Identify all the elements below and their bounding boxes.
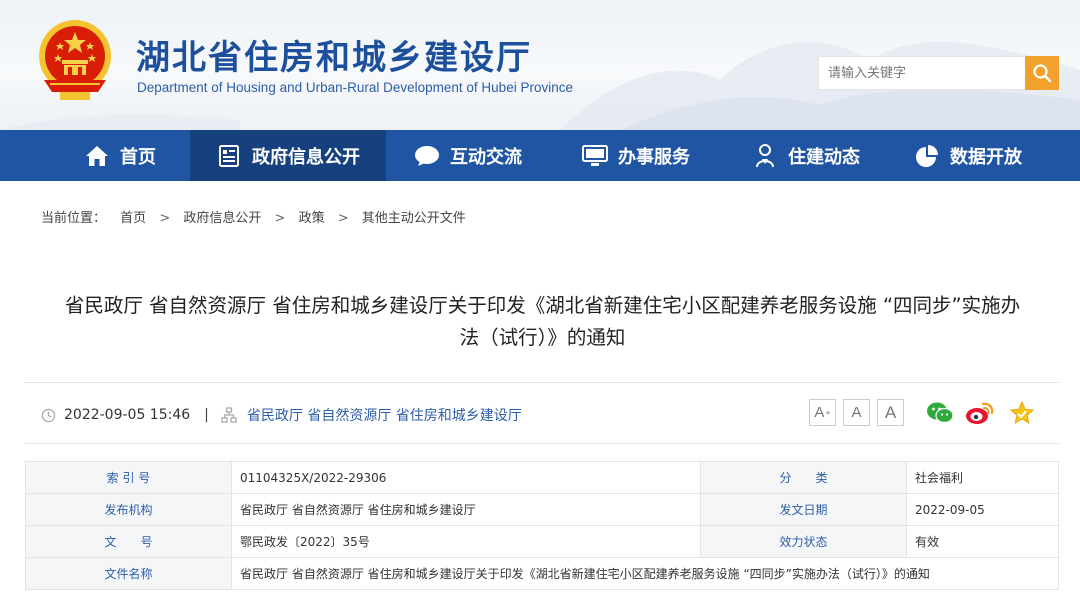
nav-label: 政府信息公开 [252,146,360,168]
nav-item-services[interactable]: 办事服务 [566,130,706,181]
main-nav: 首页 政府信息公开 互动交流 办事服务 住建动态 数据开放 [0,130,1080,181]
search-button[interactable] [1025,56,1059,90]
document-name-value: 省民政厅 省自然资源厅 省住房和城乡建设厅关于印发《湖北省新建住宅小区配建养老服… [231,557,1059,590]
national-emblem-logo [39,20,111,100]
nav-label: 办事服务 [618,146,690,168]
document-info-table: 索 引 号 01104325X/2022-29306 分 类 社会福利 发布机构… [25,461,1059,590]
nav-item-news[interactable]: 住建动态 [736,130,876,181]
breadcrumb-separator: > [274,211,286,226]
meta-divider: | [204,407,209,423]
breadcrumb-separator: > [337,211,349,226]
monitor-icon [582,143,608,169]
breadcrumb-prefix: 当前位置： [41,211,107,226]
font-increase-button[interactable]: A + [809,399,836,426]
clock-icon [41,408,56,422]
document-number-value: 鄂民政发〔2022〕35号 [231,525,701,558]
publisher-label: 发布机构 [25,493,232,526]
category-value: 社会福利 [906,461,1059,494]
search-icon [1033,64,1052,83]
nav-item-interaction[interactable]: 互动交流 [398,130,538,181]
document-meta-bar: 2022-09-05 15:46 | 省民政厅 省自然资源厅 省住房和城乡建设厅… [25,382,1059,444]
breadcrumb: 当前位置： 首页 > 政府信息公开 > 政策 > 其他主动公开文件 [41,207,466,226]
nav-label: 住建动态 [788,146,860,168]
index-number-value: 01104325X/2022-29306 [231,461,701,494]
pie-chart-icon [914,143,940,169]
org-chart-icon [221,407,237,423]
wechat-share-icon[interactable] [925,399,955,427]
font-reset-label: A [851,404,862,421]
home-icon [84,143,110,169]
site-subtitle: Department of Housing and Urban-Rural De… [137,80,573,95]
site-header: 湖北省住房和城乡建设厅 Department of Housing and Ur… [0,0,1080,130]
document-source: 省民政厅 省自然资源厅 省住房和城乡建设厅 [246,408,522,424]
breadcrumb-item-other-files[interactable]: 其他主动公开文件 [362,211,466,226]
nav-label: 首页 [120,146,156,168]
breadcrumb-item-home[interactable]: 首页 [120,211,146,226]
table-row: 发布机构 省民政厅 省自然资源厅 省住房和城乡建设厅 发文日期 2022-09-… [25,493,1059,526]
validity-status-value: 有效 [906,525,1059,558]
search-input[interactable] [819,57,1026,89]
validity-status-label: 效力状态 [700,525,907,558]
table-row: 文 号 鄂民政发〔2022〕35号 效力状态 有效 [25,525,1059,558]
document-title-line2: 法（试行）》的通知 [459,326,626,349]
site-title[interactable]: 湖北省住房和城乡建设厅 [136,30,532,79]
document-list-icon [216,143,242,169]
font-increase-label: A [814,404,825,421]
document-name-label: 文件名称 [25,557,232,590]
nav-item-home[interactable]: 首页 [50,130,190,181]
document-number-label: 文 号 [25,525,232,558]
publish-datetime: 2022-09-05 15:46 [64,407,191,423]
font-normal-button[interactable]: A [877,399,904,426]
breadcrumb-separator: > [159,211,171,226]
breadcrumb-item-gov-info[interactable]: 政府信息公开 [183,211,261,226]
font-increase-mark: + [825,407,831,418]
publisher-value: 省民政厅 省自然资源厅 省住房和城乡建设厅 [231,493,701,526]
category-label: 分 类 [700,461,907,494]
favorite-star-icon[interactable] [1007,399,1037,427]
index-number-label: 索 引 号 [25,461,232,494]
nav-label: 互动交流 [450,146,522,168]
font-reset-button[interactable]: A [843,399,870,426]
issue-date-value: 2022-09-05 [906,493,1059,526]
person-badge-icon [752,143,778,169]
search-box [818,56,1026,90]
document-title: 省民政厅 省自然资源厅 省住房和城乡建设厅关于印发《湖北省新建住宅小区配建养老服… [20,290,1065,354]
nav-item-open-data[interactable]: 数据开放 [898,130,1038,181]
font-normal-label: A [884,402,897,422]
nav-label: 数据开放 [950,146,1022,168]
table-row: 索 引 号 01104325X/2022-29306 分 类 社会福利 [25,461,1059,494]
weibo-share-icon[interactable] [965,399,995,427]
issue-date-label: 发文日期 [700,493,907,526]
breadcrumb-item-policy[interactable]: 政策 [299,211,325,226]
chat-bubble-icon [414,143,440,169]
table-row: 文件名称 省民政厅 省自然资源厅 省住房和城乡建设厅关于印发《湖北省新建住宅小区… [25,557,1059,590]
document-meta: 2022-09-05 15:46 | 省民政厅 省自然资源厅 省住房和城乡建设厅 [41,405,522,425]
document-title-line1: 省民政厅 省自然资源厅 省住房和城乡建设厅关于印发《湖北省新建住宅小区配建养老服… [64,294,1021,317]
nav-item-gov-info[interactable]: 政府信息公开 [190,130,386,181]
